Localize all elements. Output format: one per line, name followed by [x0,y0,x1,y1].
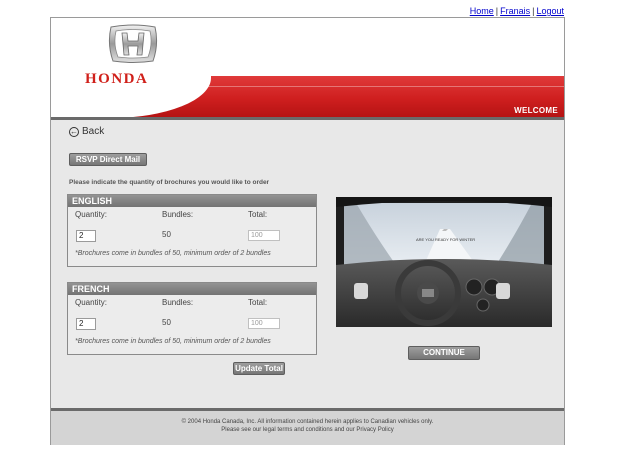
english-section-title: ENGLISH [68,195,316,207]
bundles-label: Bundles: [162,210,194,219]
english-bundle-note: *Brochures come in bundles of 50, minimu… [75,250,271,257]
total-label: Total: [248,298,268,307]
link-separator: | [532,6,535,16]
footer: © 2004 Honda Canada, Inc. All informatio… [51,408,564,445]
winter-driving-photo: ARE YOU READY FOR WINTER [336,197,552,327]
home-link[interactable]: Home [470,6,494,16]
english-labels-row: Quantity: Bundles: Total: [68,207,316,225]
page-frame: HONDA WELCOME ← Back RSVP Direct Mail Pl… [50,17,565,445]
footer-legal-links[interactable]: Please see our legal terms and condition… [51,426,564,434]
brand-wordmark: HONDA [85,71,149,87]
total-label: Total: [248,210,268,219]
french-link[interactable]: Franais [500,6,530,16]
french-values-row: 2 50 100 [68,313,316,331]
rsvp-direct-mail-button[interactable]: RSVP Direct Mail [69,153,147,166]
english-total-field: 100 [248,230,280,241]
honda-logo-icon [108,24,158,63]
quantity-label: Quantity: [75,210,108,219]
order-instruction: Please indicate the quantity of brochure… [69,179,270,186]
bundles-label: Bundles: [162,298,194,307]
quantity-label: Quantity: [75,298,108,307]
english-order-box: ENGLISH Quantity: Bundles: Total: 2 50 1… [67,194,317,267]
back-arrow-icon: ← [69,126,79,137]
french-section-title: FRENCH [68,283,316,295]
welcome-label: WELCOME [514,106,558,115]
top-links: Home | Franais | Logout [470,6,564,16]
continue-button[interactable]: CONTINUE [408,346,480,360]
english-bundles-value: 50 [162,230,171,239]
french-order-box: FRENCH Quantity: Bundles: Total: 2 50 10… [67,282,317,355]
logout-link[interactable]: Logout [536,6,564,16]
english-quantity-input[interactable]: 2 [76,230,96,242]
french-bundle-note: *Brochures come in bundles of 50, minimu… [75,338,271,345]
header: HONDA WELCOME [51,18,564,117]
footer-copyright: © 2004 Honda Canada, Inc. All informatio… [181,419,434,425]
back-label: Back [82,126,105,137]
link-separator: | [495,6,499,16]
photo-caption-text: ARE YOU READY FOR WINTER [416,237,475,242]
back-link[interactable]: ← Back [69,126,104,137]
french-total-field: 100 [248,318,280,329]
update-total-button[interactable]: Update Total [233,362,285,375]
header-divider [51,117,564,120]
french-quantity-input[interactable]: 2 [76,318,96,330]
french-labels-row: Quantity: Bundles: Total: [68,295,316,313]
english-values-row: 2 50 100 [68,225,316,243]
french-bundles-value: 50 [162,318,171,327]
